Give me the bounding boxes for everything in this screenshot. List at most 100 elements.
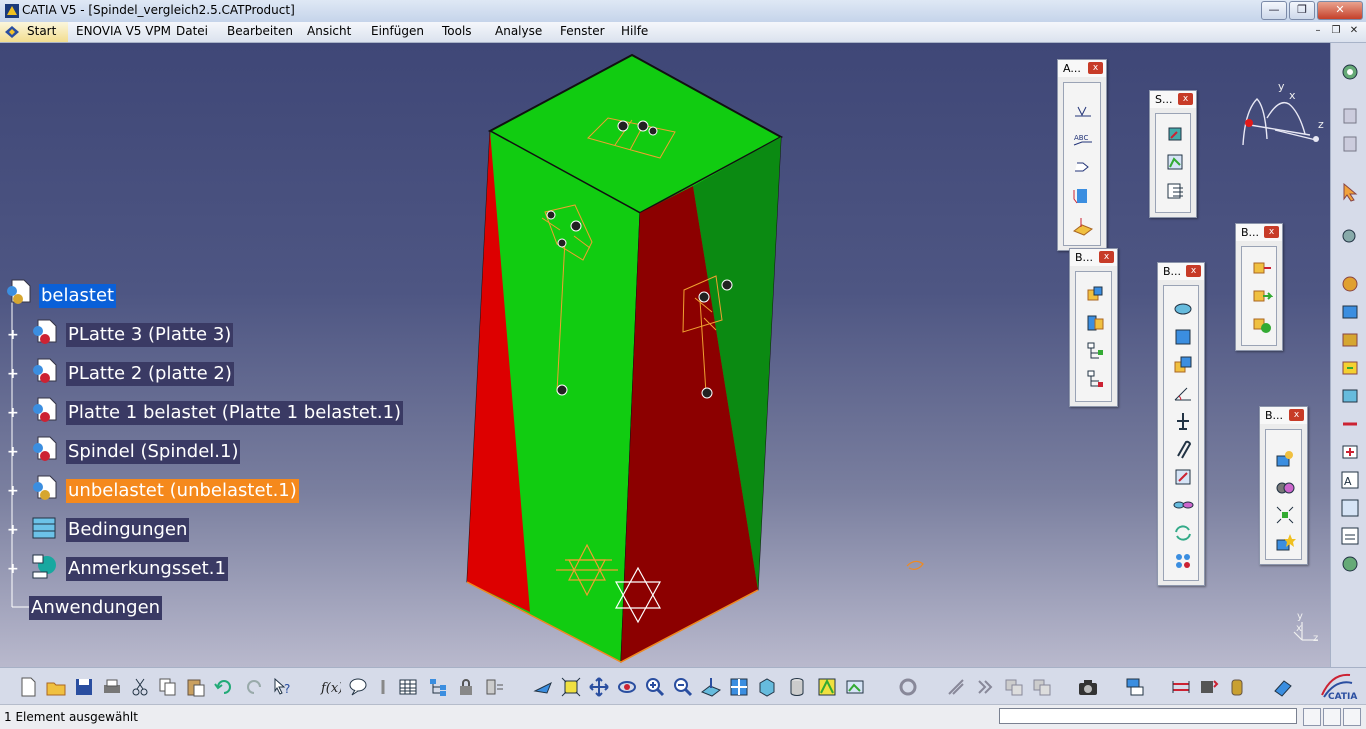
enhanced-scene-icon[interactable] <box>1165 152 1187 174</box>
menu-hilfe[interactable]: Hilfe <box>618 24 651 38</box>
toolbar-close-button[interactable]: x <box>1186 265 1201 277</box>
annotation-set-icon[interactable] <box>30 552 60 582</box>
undo-icon[interactable] <box>213 676 235 698</box>
pan-icon[interactable] <box>588 676 610 698</box>
toolbar-close-button[interactable]: x <box>1088 62 1103 74</box>
tree-item-anwendungen[interactable]: Anwendungen <box>29 596 163 620</box>
floating-toolbar-b-constraints[interactable]: B... x <box>1157 262 1205 586</box>
fly-mode-icon[interactable] <box>532 676 554 698</box>
cut-icon[interactable] <box>129 676 151 698</box>
offset-constraint-icon[interactable] <box>1172 354 1194 376</box>
toolbar-close-button[interactable]: x <box>1099 251 1114 263</box>
expand-icon[interactable]: + <box>7 523 19 537</box>
explode-icon[interactable] <box>1274 504 1296 526</box>
catia-app-icon[interactable] <box>4 3 20 19</box>
minimize-button[interactable]: — <box>1261 1 1287 20</box>
tree-root-belastet[interactable]: belastet <box>39 284 117 308</box>
flag-note-icon[interactable] <box>1072 157 1094 179</box>
rotate-icon[interactable] <box>616 676 638 698</box>
table-icon[interactable] <box>397 676 419 698</box>
floating-toolbar-b-move[interactable]: B... x <box>1235 223 1283 351</box>
clash-icon[interactable] <box>945 676 967 698</box>
floating-toolbar-s[interactable]: S... x <box>1149 90 1197 218</box>
expand-icon[interactable]: + <box>7 445 19 459</box>
menu-tools[interactable]: Tools <box>439 24 475 38</box>
product-tree-icon[interactable] <box>427 676 449 698</box>
redo-icon[interactable] <box>243 676 265 698</box>
compass[interactable] <box>1242 98 1319 146</box>
3d-viewport[interactable]: y x z y z x belastet + PLatte 3 (Platte … <box>0 43 1330 667</box>
zoom-in-icon[interactable] <box>644 676 666 698</box>
toolbar-close-button[interactable]: x <box>1289 409 1304 421</box>
floating-toolbar-b-move-tools[interactable]: B... x <box>1259 406 1308 565</box>
measure-between-icon[interactable] <box>1170 676 1192 698</box>
expand-icon[interactable]: + <box>7 484 19 498</box>
bill-of-material-icon[interactable] <box>1124 676 1146 698</box>
part-icon[interactable] <box>30 435 60 465</box>
new-product-icon[interactable] <box>1251 313 1273 335</box>
scene-browser-icon[interactable] <box>1165 180 1187 202</box>
annotation-plane-icon[interactable] <box>1072 215 1094 237</box>
measure-inertia-icon[interactable] <box>1226 676 1248 698</box>
band-analysis-icon[interactable] <box>1031 676 1053 698</box>
text-annotation-icon[interactable]: ABC <box>1072 129 1094 151</box>
split-icon[interactable] <box>1339 329 1361 351</box>
toolbar-close-button[interactable]: x <box>1178 93 1193 105</box>
parameter-icon[interactable] <box>373 676 395 698</box>
fit-all-in-icon[interactable] <box>560 676 582 698</box>
expand-icon[interactable]: + <box>7 367 19 381</box>
print-icon[interactable] <box>101 676 123 698</box>
toolbar-close-button[interactable]: x <box>1264 226 1279 238</box>
existing-component-icon[interactable] <box>1084 312 1106 334</box>
simulation-icon[interactable] <box>897 676 919 698</box>
options-icon[interactable] <box>484 676 506 698</box>
manipulation-icon[interactable] <box>1274 448 1296 470</box>
3d-view-icon[interactable] <box>1072 185 1094 207</box>
stop-manipulate-on-clash-icon[interactable] <box>1274 532 1296 554</box>
floating-toolbar-annotations[interactable]: A... x ABC <box>1057 59 1107 251</box>
tree-item-unbelastet[interactable]: unbelastet (unbelastet.1) <box>66 479 299 503</box>
scene-icon[interactable] <box>1165 124 1187 146</box>
command-clear-button[interactable] <box>1303 708 1321 726</box>
doc-close-button[interactable]: ✕ <box>1347 25 1361 38</box>
copy-icon[interactable] <box>157 676 179 698</box>
insert-component-icon[interactable] <box>1251 285 1273 307</box>
swap-visible-space-icon[interactable] <box>844 676 866 698</box>
menu-enovia[interactable]: ENOVIA V5 VPM <box>73 24 174 38</box>
tree-item-bedingungen[interactable]: Bedingungen <box>66 518 190 542</box>
doc-minimize-button[interactable]: – <box>1311 25 1325 38</box>
close-button[interactable]: ✕ <box>1317 1 1363 20</box>
render-style-icon[interactable] <box>786 676 808 698</box>
menu-fenster[interactable]: Fenster <box>557 24 608 38</box>
part-icon[interactable] <box>30 396 60 426</box>
open-folder-icon[interactable] <box>45 676 67 698</box>
menu-bearbeiten[interactable]: Bearbeiten <box>224 24 296 38</box>
weld-annotation-icon[interactable] <box>1072 101 1094 123</box>
pocket-icon[interactable] <box>1339 385 1361 407</box>
catalog-icon[interactable] <box>1339 225 1361 247</box>
new-file-icon[interactable] <box>17 676 39 698</box>
expand-icon[interactable]: + <box>7 328 19 342</box>
distance-analysis-icon[interactable] <box>1003 676 1025 698</box>
menu-einfuegen[interactable]: Einfügen <box>368 24 427 38</box>
part-icon[interactable] <box>30 474 60 504</box>
coincidence-constraint-icon[interactable] <box>1172 298 1194 320</box>
eraser-icon[interactable] <box>1272 676 1294 698</box>
command-stop-button[interactable] <box>1323 708 1341 726</box>
update-icon[interactable] <box>1339 273 1361 295</box>
fix-component-icon[interactable] <box>1172 410 1194 432</box>
spec-tree-icon[interactable] <box>1339 105 1361 127</box>
measure-item-icon[interactable] <box>1198 676 1220 698</box>
formula-icon[interactable]: f(x) <box>319 676 341 698</box>
product-root-icon[interactable] <box>4 278 34 308</box>
quick-constraint-icon[interactable] <box>1172 466 1194 488</box>
tree-item-platte3[interactable]: PLatte 3 (Platte 3) <box>66 323 234 347</box>
tree-structure-icon[interactable] <box>1084 340 1106 362</box>
lock-icon[interactable] <box>456 676 478 698</box>
normal-view-icon[interactable] <box>700 676 722 698</box>
isometric-view-icon[interactable] <box>756 676 778 698</box>
menu-start[interactable]: Start <box>0 22 68 42</box>
menu-datei[interactable]: Datei <box>173 24 211 38</box>
knowledge-advisor-icon[interactable] <box>347 676 369 698</box>
assembly-features-icon[interactable] <box>1339 301 1361 323</box>
